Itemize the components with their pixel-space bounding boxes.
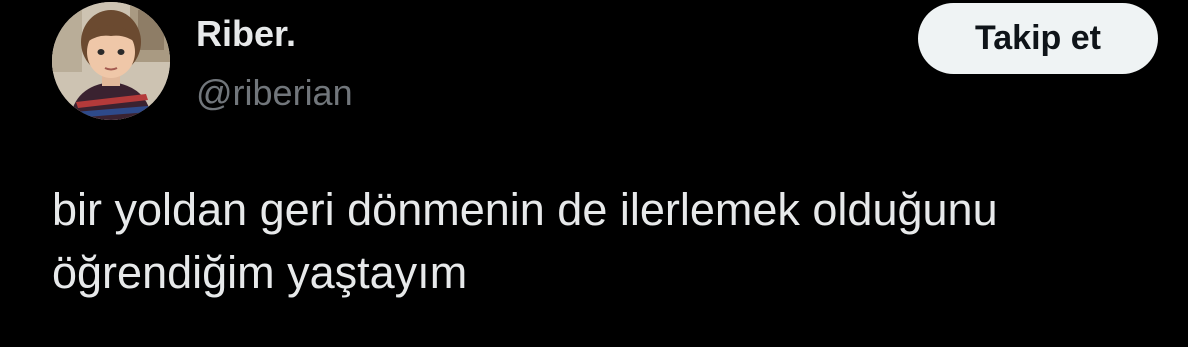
avatar[interactable] [52,2,170,120]
tweet-text-line-2: öğrendiğim yaştayım [52,247,468,298]
avatar-photo-icon [52,2,170,120]
tweet-text: bir yoldan geri dönmenin de ilerlemek ol… [52,178,1162,304]
tweet-card: Riber. @riberian Takip et bir yoldan ger… [0,0,1188,347]
tweet-text-line-1: bir yoldan geri dönmenin de ilerlemek ol… [52,184,998,235]
follow-button[interactable]: Takip et [918,3,1158,74]
author-display-name[interactable]: Riber. [196,14,296,54]
author-handle[interactable]: @riberian [196,73,353,113]
